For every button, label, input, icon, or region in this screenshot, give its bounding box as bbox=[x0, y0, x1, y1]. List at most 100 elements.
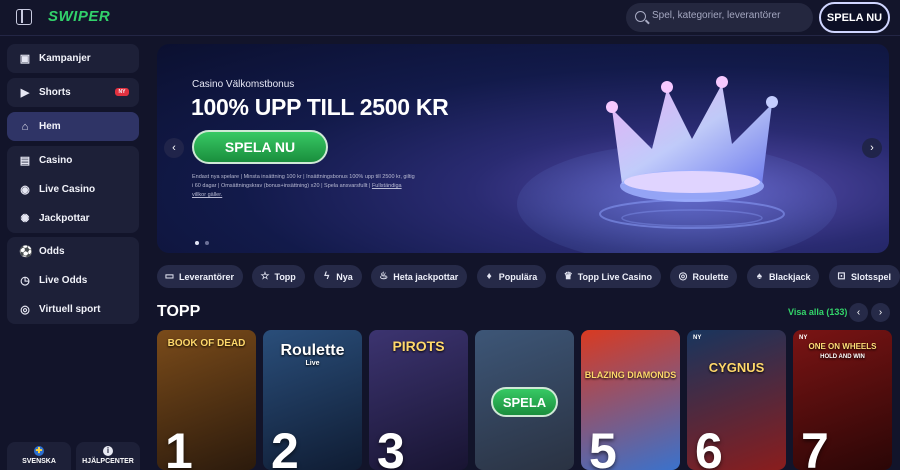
game-tile-1[interactable]: BOOK OF DEAD 1 bbox=[157, 330, 256, 470]
game-rank: 6 bbox=[695, 423, 723, 470]
sidebar: ▣ Kampanjer ▶ Shorts NY ⌂ Hem ▤ Casino ◉… bbox=[0, 37, 148, 470]
sidebar-group-main: ▣ Kampanjer bbox=[7, 44, 139, 73]
sidebar-item-live-casino[interactable]: ◉ Live Casino bbox=[7, 175, 139, 204]
sidebar-group-home: ⌂ Hem bbox=[7, 112, 139, 141]
star-icon: ☆ bbox=[260, 271, 270, 282]
game-rank: 1 bbox=[165, 423, 193, 470]
category-chip-leverantorer[interactable]: ▭ Leverantörer bbox=[157, 265, 244, 288]
game-tile-4[interactable]: SPELA bbox=[475, 330, 574, 470]
search-icon bbox=[635, 11, 646, 22]
sidebar-group-sports: ⚽ Odds ◷ Live Odds ◎ Virtuell sport bbox=[7, 237, 139, 324]
category-label: Blackjack bbox=[768, 271, 811, 282]
sidebar-item-live-odds[interactable]: ◷ Live Odds bbox=[7, 266, 139, 295]
category-chip-topp-live-casino[interactable]: ♛ Topp Live Casino bbox=[555, 265, 662, 288]
sidebar-item-hem[interactable]: ⌂ Hem bbox=[7, 112, 139, 141]
category-chip-roulette[interactable]: ◎ Roulette bbox=[670, 265, 738, 288]
hero-next-arrow-icon[interactable]: › bbox=[862, 138, 882, 158]
sidebar-item-virtuell-sport[interactable]: ◎ Virtuell sport bbox=[7, 295, 139, 324]
game-title: PIROTS bbox=[392, 338, 445, 354]
site-logo[interactable]: SWIPER bbox=[48, 8, 110, 25]
sidebar-item-kampanjer[interactable]: ▣ Kampanjer bbox=[7, 44, 139, 73]
header-play-button[interactable]: SPELA NU bbox=[819, 2, 890, 33]
sidebar-group-shorts: ▶ Shorts NY bbox=[7, 78, 139, 107]
new-tag: NY bbox=[799, 335, 808, 341]
top-games-carousel: BOOK OF DEAD 1 Roulette Live 2 PIROTS 3 … bbox=[157, 330, 900, 470]
game-title: Roulette bbox=[280, 342, 345, 359]
hero-prev-arrow-icon[interactable]: ‹ bbox=[164, 138, 184, 158]
jackpot-icon: ✺ bbox=[20, 212, 30, 225]
sidebar-item-label: Live Casino bbox=[39, 184, 96, 195]
sidebar-item-odds[interactable]: ⚽ Odds bbox=[7, 237, 139, 266]
see-all-link[interactable]: Visa alla (133) bbox=[788, 307, 847, 317]
blackjack-icon: ♠ bbox=[756, 271, 763, 282]
sidebar-item-jackpottar[interactable]: ✺ Jackpottar bbox=[7, 204, 139, 233]
top-header: SWIPER SPELA NU bbox=[0, 0, 900, 36]
crown-illustration bbox=[599, 76, 785, 229]
game-tile-3[interactable]: PIROTS 3 bbox=[369, 330, 468, 470]
game-subtitle: Live bbox=[305, 360, 320, 367]
game-title: BLAZING DIAMONDS bbox=[584, 370, 677, 380]
category-bar: ▭ Leverantörer ☆ Topp ϟ Nya ♨ Heta jackpotta… bbox=[157, 265, 900, 289]
crown-icon: ♛ bbox=[563, 271, 573, 282]
help-center-button[interactable]: i HJÄLPCENTER bbox=[76, 442, 140, 470]
game-subtitle: HOLD AND WIN bbox=[820, 354, 865, 360]
info-icon: i bbox=[103, 446, 113, 456]
virtual-icon: ◎ bbox=[20, 303, 30, 316]
game-tile-6[interactable]: NY CYGNUS 6 bbox=[687, 330, 786, 470]
sidebar-item-shorts[interactable]: ▶ Shorts NY bbox=[7, 78, 139, 107]
game-tile-2[interactable]: Roulette Live 2 bbox=[263, 330, 362, 470]
category-label: Populära bbox=[498, 271, 538, 282]
category-label: Topp Live Casino bbox=[577, 271, 653, 282]
slots-icon: ⊡ bbox=[837, 271, 846, 282]
pagination-dot[interactable] bbox=[205, 241, 209, 245]
sidebar-toggle-icon[interactable] bbox=[16, 9, 32, 25]
category-label: Heta jackpottar bbox=[393, 271, 459, 282]
section-title-topp: TOPP bbox=[157, 303, 201, 320]
search-input[interactable] bbox=[652, 10, 808, 21]
new-badge: NY bbox=[115, 88, 129, 96]
hero-play-button[interactable]: SPELA NU bbox=[192, 130, 328, 164]
play-icon: ▶ bbox=[20, 86, 30, 99]
sidebar-item-label: Shorts bbox=[39, 87, 71, 98]
search-bar[interactable] bbox=[626, 3, 813, 32]
flame-icon: ♨ bbox=[379, 271, 389, 282]
help-label: HJÄLPCENTER bbox=[82, 458, 134, 465]
game-title: ONE ON WHEELS bbox=[808, 342, 877, 351]
sidebar-item-label: Jackpottar bbox=[39, 213, 90, 224]
sidebar-item-label: Hem bbox=[39, 121, 61, 132]
language-selector[interactable]: ✚ SVENSKA bbox=[7, 442, 71, 470]
ball-icon: ⚽ bbox=[19, 245, 33, 258]
tile-play-button[interactable]: SPELA bbox=[491, 387, 558, 417]
hero-banner[interactable]: Casino Välkomstbonus 100% UPP TILL 2500 … bbox=[157, 44, 889, 253]
category-chip-populara[interactable]: ♦ Populära bbox=[476, 265, 547, 288]
category-chip-slotsspel[interactable]: ⊡ Slotsspel bbox=[828, 265, 900, 288]
game-rank: 7 bbox=[801, 423, 829, 470]
hero-terms: Endast nya spelare | Minsta insättning 1… bbox=[192, 173, 417, 200]
pagination-dot-active[interactable] bbox=[195, 241, 199, 245]
category-chip-heta-jackpottar[interactable]: ♨ Heta jackpottar bbox=[371, 265, 468, 288]
sidebar-item-label: Kampanjer bbox=[39, 53, 91, 64]
category-chip-nya[interactable]: ϟ Nya bbox=[314, 265, 362, 288]
category-label: Slotsspel bbox=[850, 271, 891, 282]
roulette-icon: ◎ bbox=[678, 271, 688, 282]
sidebar-item-label: Odds bbox=[39, 246, 65, 257]
category-label: Roulette bbox=[692, 271, 729, 282]
game-title: CYGNUS bbox=[708, 360, 765, 375]
gift-icon: ▣ bbox=[19, 52, 31, 65]
sidebar-group-casino: ▤ Casino ◉ Live Casino ✺ Jackpottar bbox=[7, 146, 139, 233]
live-icon: ◉ bbox=[20, 183, 30, 196]
game-tile-7[interactable]: NY ONE ON WHEELS HOLD AND WIN 7 bbox=[793, 330, 892, 470]
sidebar-item-casino[interactable]: ▤ Casino bbox=[7, 146, 139, 175]
fire-icon: ♦ bbox=[486, 271, 492, 282]
category-chip-topp[interactable]: ☆ Topp bbox=[252, 265, 305, 288]
carousel-prev-icon[interactable]: ‹ bbox=[849, 303, 868, 322]
game-tile-5[interactable]: BLAZING DIAMONDS 5 bbox=[581, 330, 680, 470]
category-label: Topp bbox=[274, 271, 296, 282]
carousel-next-icon[interactable]: › bbox=[871, 303, 890, 322]
home-icon: ⌂ bbox=[21, 120, 29, 133]
category-chip-blackjack[interactable]: ♠ Blackjack bbox=[746, 265, 820, 288]
language-label: SVENSKA bbox=[22, 458, 56, 465]
category-label: Leverantörer bbox=[179, 271, 235, 282]
game-rank: 2 bbox=[271, 423, 299, 470]
sidebar-item-label: Casino bbox=[39, 155, 73, 166]
